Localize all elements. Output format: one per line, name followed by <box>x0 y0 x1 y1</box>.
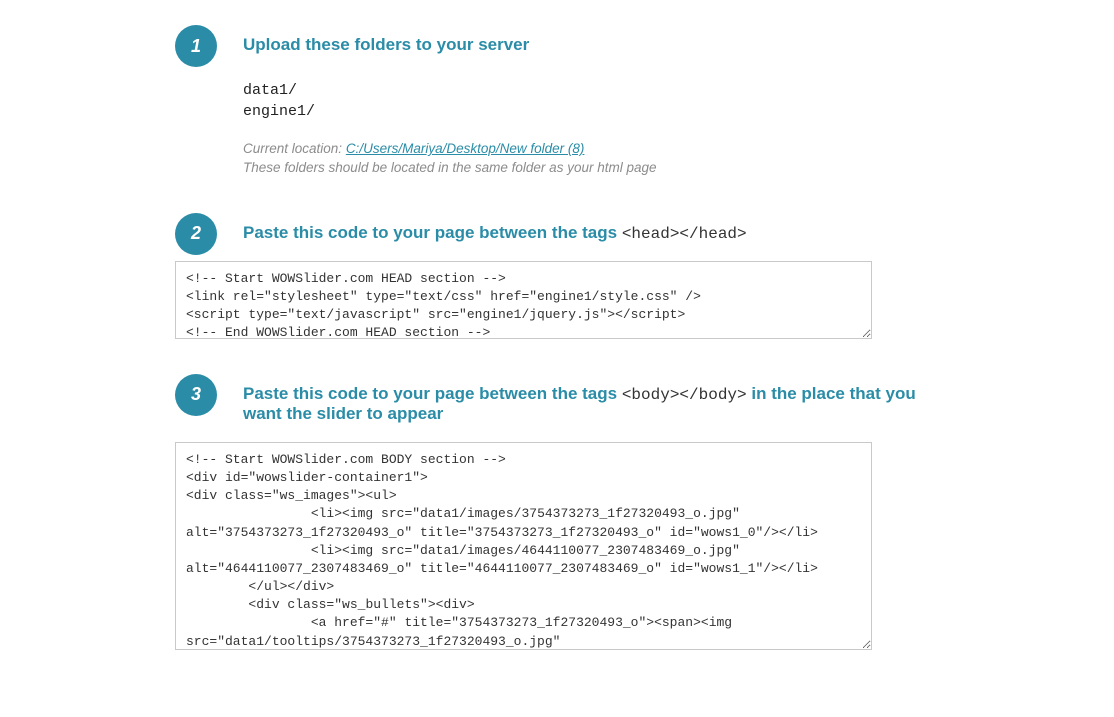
step-2-heading-mono: <head></head> <box>622 225 747 243</box>
folder-data1: data1/ <box>243 80 945 101</box>
location-link[interactable]: C:/Users/Mariya/Desktop/New folder (8) <box>346 141 585 156</box>
step-number-2: 2 <box>191 223 201 244</box>
step-number-1: 1 <box>191 36 201 57</box>
step-3-content: Paste this code to your page between the… <box>243 374 945 650</box>
location-prefix: Current location: <box>243 141 346 156</box>
step-1: 1 Upload these folders to your server da… <box>175 25 945 178</box>
location-hint: These folders should be located in the s… <box>243 160 657 175</box>
step-3: 3 Paste this code to your page between t… <box>175 374 945 650</box>
step-number-3: 3 <box>191 384 201 405</box>
step-3-heading: Paste this code to your page between the… <box>243 384 945 424</box>
step-2-heading: Paste this code to your page between the… <box>243 223 945 243</box>
step-number-circle-3: 3 <box>175 374 217 416</box>
body-code-box[interactable]: <!-- Start WOWSlider.com BODY section --… <box>175 442 872 650</box>
step-2: 2 Paste this code to your page between t… <box>175 213 945 339</box>
step-number-circle-1: 1 <box>175 25 217 67</box>
step-number-circle-2: 2 <box>175 213 217 255</box>
folder-engine1: engine1/ <box>243 101 945 122</box>
step-2-heading-prefix: Paste this code to your page between the… <box>243 223 622 242</box>
folder-list: data1/ engine1/ <box>243 80 945 122</box>
instructions-container: 1 Upload these folders to your server da… <box>0 0 945 650</box>
step-1-heading: Upload these folders to your server <box>243 35 945 55</box>
step-1-content: Upload these folders to your server data… <box>243 25 945 178</box>
head-code-box[interactable]: <!-- Start WOWSlider.com HEAD section --… <box>175 261 872 339</box>
step-3-heading-prefix: Paste this code to your page between the… <box>243 384 622 403</box>
step-2-content: Paste this code to your page between the… <box>243 213 945 339</box>
location-note: Current location: C:/Users/Mariya/Deskto… <box>243 140 945 178</box>
step-3-heading-mono: <body></body> <box>622 386 747 404</box>
